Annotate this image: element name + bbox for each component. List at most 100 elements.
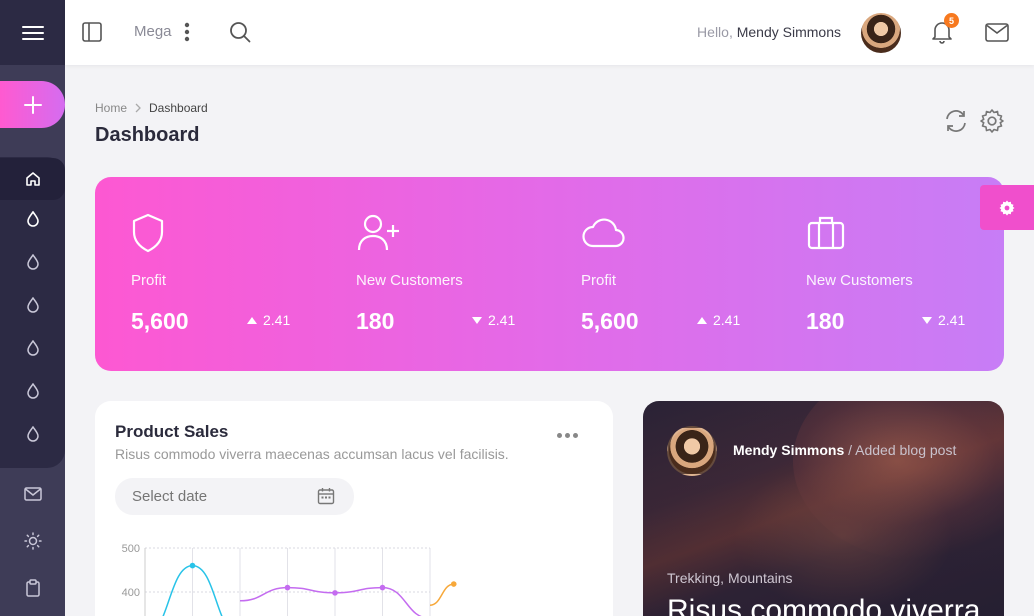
refresh-icon xyxy=(946,110,966,132)
sidebar-item-home[interactable] xyxy=(0,158,65,200)
y-tick-label: 500 xyxy=(122,543,140,555)
sun-icon xyxy=(23,532,42,550)
mega-menu-button[interactable] xyxy=(184,22,190,42)
user-name: Mendy Simmons xyxy=(736,24,841,40)
refresh-button[interactable] xyxy=(943,108,969,134)
stats-banner: Profit 5,600 2.41 New Customers 180 2.41… xyxy=(95,177,1004,371)
user-plus-icon xyxy=(357,214,399,251)
product-sales-chart: 500 400 xyxy=(122,543,457,616)
series-line xyxy=(429,583,454,606)
sidebar-item-theme[interactable] xyxy=(0,521,65,561)
sidebar-item-6[interactable] xyxy=(0,413,65,455)
layout-toggle-button[interactable] xyxy=(81,21,103,43)
search-button[interactable] xyxy=(229,21,251,43)
home-icon xyxy=(25,172,40,186)
mail-icon xyxy=(985,23,1009,42)
more-options-button[interactable] xyxy=(557,433,578,438)
stat-value: 5,600 xyxy=(581,308,639,334)
triangle-up-icon xyxy=(247,316,257,324)
stat-change-value: 2.41 xyxy=(263,312,291,328)
stat-label: Profit xyxy=(581,272,617,289)
stat-label: New Customers xyxy=(806,272,913,289)
data-point xyxy=(379,584,386,591)
theme-settings-button[interactable] xyxy=(980,185,1034,230)
sidebar-item-4[interactable] xyxy=(0,327,65,369)
sidebar-nav xyxy=(0,157,65,468)
stat-label: New Customers xyxy=(356,272,463,289)
card-subtitle: Risus commodo viverra maecenas accumsan … xyxy=(115,446,509,462)
messages-button[interactable] xyxy=(985,23,1009,42)
sidebar-panel-icon xyxy=(82,22,102,42)
triangle-up-icon xyxy=(697,316,707,324)
stat-change-value: 2.41 xyxy=(488,312,516,328)
sidebar-item-1[interactable] xyxy=(0,198,65,240)
add-button[interactable] xyxy=(0,81,65,128)
drop-icon xyxy=(26,254,39,270)
drop-icon xyxy=(26,211,39,227)
stat-label: Profit xyxy=(131,272,167,289)
stat-value: 180 xyxy=(356,308,395,334)
sidebar-item-clipboard[interactable] xyxy=(0,568,65,608)
search-icon xyxy=(230,22,251,43)
greeting: Hello, Mendy Simmons xyxy=(697,24,841,40)
notification-badge: 5 xyxy=(944,13,959,28)
blog-title[interactable]: Risus commodo viverra xyxy=(667,594,980,616)
stat-card: New Customers 180 2.41 xyxy=(806,177,1006,371)
y-tick-label: 400 xyxy=(122,587,140,599)
hamburger-icon xyxy=(21,25,44,40)
blog-tags: Trekking, Mountains xyxy=(667,570,793,586)
cloud-icon xyxy=(582,218,625,248)
data-point xyxy=(450,581,457,587)
breadcrumb-home[interactable]: Home xyxy=(95,101,127,115)
user-avatar[interactable] xyxy=(861,13,901,53)
stat-change: 2.41 xyxy=(247,312,290,328)
stat-change: 2.41 xyxy=(922,312,965,328)
chevron-right-icon xyxy=(135,103,141,113)
stat-value: 5,600 xyxy=(131,308,189,334)
stat-change-value: 2.41 xyxy=(938,312,966,328)
data-point xyxy=(189,562,196,569)
stat-card: Profit 5,600 2.41 xyxy=(131,177,331,371)
blog-action: / Added blog post xyxy=(848,442,957,458)
clipboard-icon xyxy=(25,579,40,597)
drop-icon xyxy=(26,383,39,399)
calendar-button[interactable] xyxy=(317,487,335,505)
breadcrumb: Home Dashboard xyxy=(95,101,208,115)
stat-card: New Customers 180 2.41 xyxy=(356,177,556,371)
vertical-dots-icon xyxy=(184,22,190,42)
topbar: Mega Hello, Mendy Simmons 5 xyxy=(65,0,1034,65)
calendar-icon xyxy=(317,488,335,505)
sidebar-item-mail[interactable] xyxy=(0,474,65,514)
drop-icon xyxy=(26,340,39,356)
triangle-down-icon xyxy=(472,316,482,324)
product-sales-card: Product Sales Risus commodo viverra maec… xyxy=(95,401,613,616)
stat-value: 180 xyxy=(806,308,845,334)
sidebar-item-5[interactable] xyxy=(0,370,65,412)
triangle-down-icon xyxy=(922,316,932,324)
breadcrumb-current: Dashboard xyxy=(149,101,208,115)
mail-icon xyxy=(23,487,42,501)
settings-button[interactable] xyxy=(979,108,1005,134)
sidebar xyxy=(0,0,65,616)
stat-change: 2.41 xyxy=(697,312,740,328)
greeting-text: Hello, xyxy=(697,24,733,40)
shield-icon xyxy=(132,213,164,253)
sidebar-item-3[interactable] xyxy=(0,284,65,326)
author-avatar xyxy=(667,426,717,476)
drop-icon xyxy=(26,426,39,442)
plus-icon xyxy=(23,95,42,114)
blog-author-name: Mendy Simmons xyxy=(733,442,845,458)
mega-menu-label[interactable]: Mega xyxy=(134,23,172,40)
data-point xyxy=(284,584,291,591)
sidebar-item-2[interactable] xyxy=(0,241,65,283)
menu-toggle-button[interactable] xyxy=(0,0,65,65)
briefcase-icon xyxy=(807,216,845,250)
stat-change: 2.41 xyxy=(472,312,515,328)
blog-author-line: Mendy Simmons / Added blog post xyxy=(733,442,956,458)
stat-change-value: 2.41 xyxy=(713,312,741,328)
page-title: Dashboard xyxy=(95,124,200,146)
gear-icon xyxy=(980,109,1004,133)
stat-card: Profit 5,600 2.41 xyxy=(581,177,781,371)
data-point xyxy=(332,590,338,596)
blog-post-card[interactable]: Mendy Simmons / Added blog post Trekking… xyxy=(643,401,1004,616)
